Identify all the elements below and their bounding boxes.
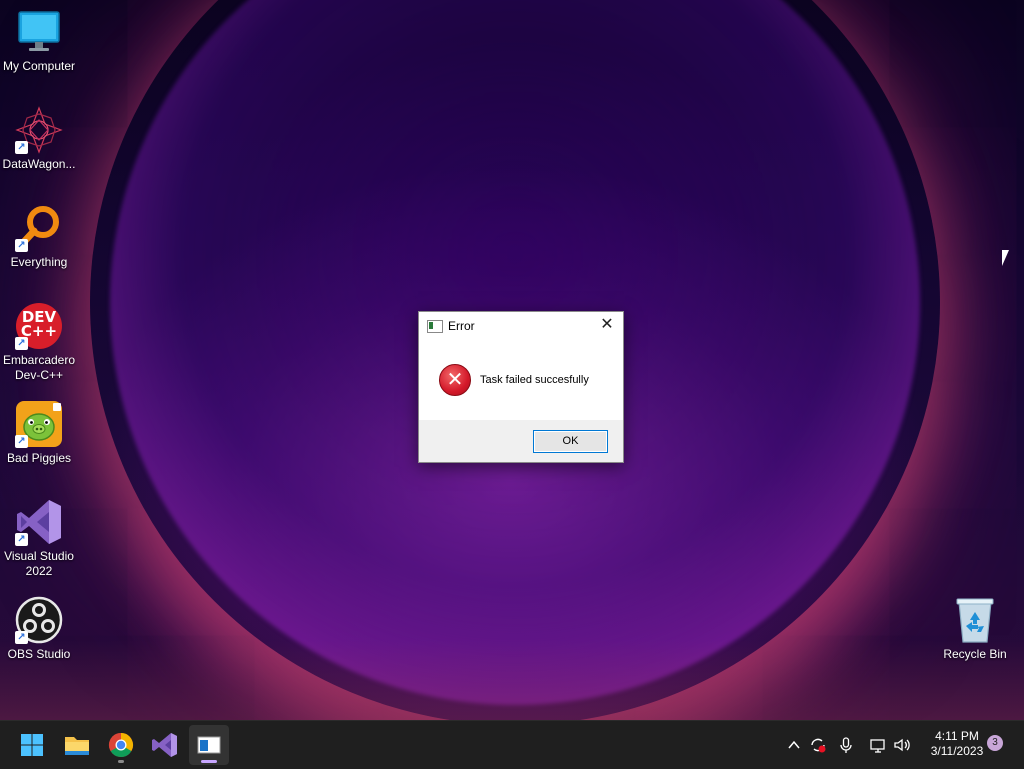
app-window-icon [197,736,221,754]
desktop-icon-recycle-bin[interactable]: Recycle Bin [936,596,1014,662]
active-indicator [201,760,217,763]
shortcut-arrow-icon: ↗ [15,239,28,252]
running-indicator [118,760,124,763]
tray-overflow-chevron-icon[interactable] [784,735,804,755]
icon-label: My Computer [2,59,76,73]
wallpaper-haze [0,640,1024,720]
recycle-bin-icon [951,596,999,644]
shortcut-arrow-icon: ↗ [15,533,28,546]
desktop-icon-visual-studio[interactable]: ↗ Visual Studio 2022 [0,498,78,579]
notification-badge[interactable]: 3 [987,735,1003,751]
desktop-icon-devcpp[interactable]: DEV C++ ↗ Embarcadero Dev-C++ [0,302,78,383]
dialog-titlebar[interactable]: Error ✕ [419,312,623,340]
icon-label: DataWagon... [2,157,76,171]
obs-icon: ↗ [15,596,63,644]
clock-date: 3/11/2023 [930,744,984,758]
devcpp-badge: DEV C++ [20,308,58,340]
icon-label: Visual Studio 2022 [4,549,74,578]
dialog-body: ✕ Task failed succesfully [419,340,623,420]
monitor-icon [15,8,63,56]
taskbar-chrome[interactable] [101,725,141,765]
shortcut-arrow-icon: ↗ [15,435,28,448]
desktop-icon-datawagon[interactable]: ↗ DataWagon... [0,106,78,172]
dialog-title: Error [448,319,475,333]
desktop-icon-bad-piggies[interactable]: ↗ Bad Piggies [0,400,78,466]
folder-icon [65,737,89,755]
taskbar: 4:11 PM 3/11/2023 [0,720,1024,769]
shortcut-arrow-icon: ↗ [15,631,28,644]
mouse-cursor-icon [1002,250,1014,266]
sync-icon[interactable] [808,735,828,755]
clock-time: 4:11 PM [935,729,979,743]
icon-label: Embarcadero Dev-C++ [2,353,76,382]
taskbar-clock[interactable]: 4:11 PM 3/11/2023 [918,729,996,759]
shortcut-arrow-icon: ↗ [15,337,28,350]
icon-label: Everything [10,255,68,269]
icon-label: Bad Piggies [6,451,72,465]
microphone-icon[interactable] [836,735,856,755]
visual-studio-icon: ↗ [15,498,63,546]
windows-start-icon [21,734,43,756]
taskbar-visual-studio[interactable] [145,725,185,765]
dialog-footer: OK [419,420,623,462]
error-icon: ✕ [439,364,471,396]
error-dialog: Error ✕ ✕ Task failed succesfully OK [418,311,624,463]
close-icon[interactable]: ✕ [599,317,615,333]
taskbar-file-explorer[interactable] [57,725,97,765]
datawagon-icon: ↗ [15,106,63,154]
desktop-icon-obs[interactable]: ↗ OBS Studio [0,596,78,662]
ok-button[interactable]: OK [533,430,608,453]
visual-studio-icon [152,733,177,757]
taskbar-error-app[interactable] [189,725,229,765]
chrome-icon [108,733,134,758]
desktop-icon-my-computer[interactable]: My Computer [0,8,78,74]
devcpp-icon: DEV C++ ↗ [15,302,63,350]
network-icon[interactable] [868,735,888,755]
start-button[interactable] [12,725,52,765]
everything-search-icon: ↗ [15,204,63,252]
bad-piggies-icon: ↗ [15,400,63,448]
volume-icon[interactable] [892,735,912,755]
icon-label: Recycle Bin [943,647,1007,661]
icon-label: OBS Studio [7,647,71,661]
app-window-icon [427,320,443,333]
shortcut-arrow-icon: ↗ [15,141,28,154]
desktop-icon-everything[interactable]: ↗ Everything [0,204,78,270]
dialog-message: Task failed succesfully [480,374,589,386]
